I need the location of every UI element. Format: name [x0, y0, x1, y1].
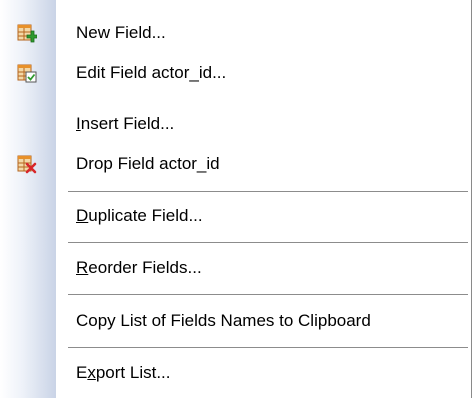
drop-field-icon: [17, 154, 37, 174]
edit-field-icon: [17, 63, 37, 83]
menu-separator: [68, 242, 468, 243]
menu-item-copy-field-names[interactable]: Copy List of Fields Names to Clipboard: [0, 301, 471, 341]
new-field-icon: [17, 23, 38, 43]
menu-item-label: Copy List of Fields Names to Clipboard: [76, 311, 371, 330]
menu-item-label: New Field...: [76, 23, 166, 42]
menu-item-insert-field[interactable]: Insert Field...: [0, 104, 471, 144]
menu-item-edit-field[interactable]: Edit Field actor_id...: [0, 53, 471, 93]
menu-separator: [68, 191, 468, 192]
menu-item-reorder-fields[interactable]: Reorder Fields...: [0, 248, 471, 288]
menu-item-label: Insert Field...: [76, 114, 175, 133]
menu-item-label: Edit Field actor_id...: [76, 63, 227, 82]
menu-item-label: Reorder Fields...: [76, 258, 202, 277]
menu-item-label: Export List...: [76, 363, 171, 382]
menu-separator: [68, 347, 468, 348]
menu-item-new-field[interactable]: New Field...: [0, 13, 471, 53]
menu-item-label: Drop Field actor_id: [76, 154, 220, 173]
menu-item-label: Duplicate Field...: [76, 206, 203, 225]
menu-item-duplicate-field[interactable]: Duplicate Field...: [0, 196, 471, 236]
context-menu: New Field... Edit Field actor_id... Inse…: [0, 0, 472, 398]
menu-item-drop-field[interactable]: Drop Field actor_id: [0, 144, 471, 184]
menu-item-export-list[interactable]: Export List...: [0, 353, 471, 393]
menu-separator: [68, 294, 468, 295]
